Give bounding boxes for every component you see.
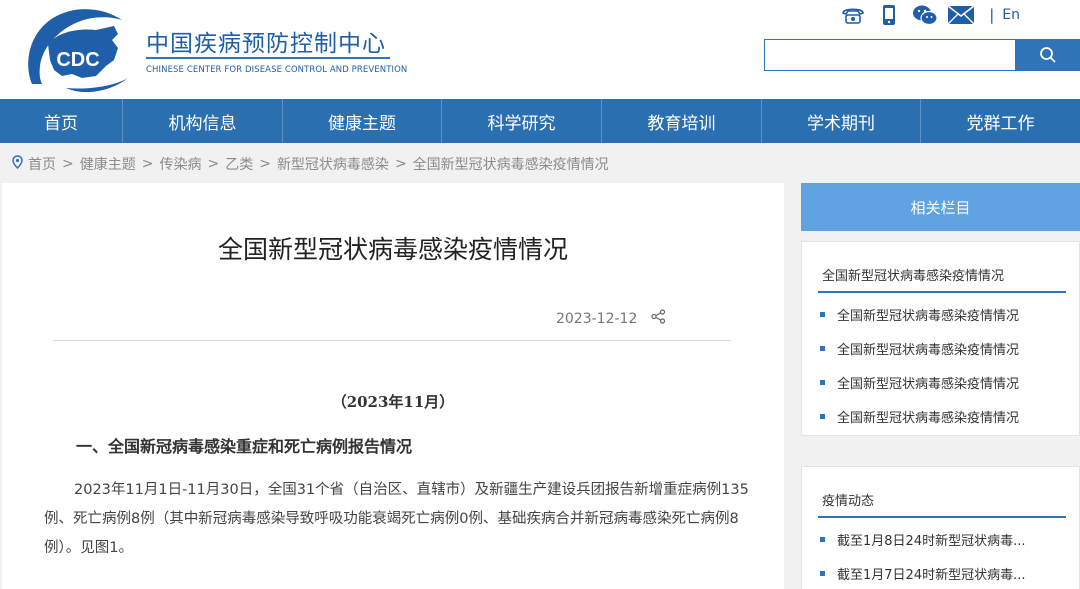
sidebar-link-label: 全国新型冠状病毒感染疫情情况 xyxy=(837,309,1020,324)
phone-icon[interactable] xyxy=(839,3,867,27)
breadcrumb-separator: > xyxy=(259,156,271,172)
breadcrumb-item[interactable]: 健康主题 xyxy=(80,154,136,174)
nav-item-health-topics[interactable]: 健康主题 xyxy=(283,99,442,143)
breadcrumb-item[interactable]: 乙类 xyxy=(225,154,253,174)
breadcrumb-item[interactable]: 传染病 xyxy=(159,154,201,174)
title-divider xyxy=(53,340,731,341)
news-link[interactable]: 截至1月8日24时新型冠状病毒... xyxy=(820,530,1025,549)
article-meta: 2023-12-12 xyxy=(556,309,666,328)
site-header: CDC 中国疾病预防控制中心 CHINESE CENTER FOR DISEAS… xyxy=(0,0,1080,99)
section-heading: 一、全国新冠病毒感染重症和死亡病例报告情况 xyxy=(76,437,413,456)
mail-icon[interactable] xyxy=(947,3,975,27)
cdc-logo[interactable]: CDC xyxy=(18,4,130,96)
nav-item-journals[interactable]: 学术期刊 xyxy=(762,99,921,143)
top-utility-bar: | En xyxy=(831,2,1020,28)
lang-separator: | xyxy=(989,6,995,24)
svg-text:CDC: CDC xyxy=(56,49,99,71)
sidebar-link-label: 全国新型冠状病毒感染疫情情况 xyxy=(837,411,1020,426)
sidebar-link-label: 全国新型冠状病毒感染疫情情况 xyxy=(837,343,1020,358)
main-nav: 首页 机构信息 健康主题 科学研究 教育培训 学术期刊 党群工作 xyxy=(0,99,1080,143)
news-link-label: 截至1月7日24时新型冠状病毒... xyxy=(837,568,1026,583)
sidebar-link[interactable]: 全国新型冠状病毒感染疫情情况 xyxy=(820,339,1019,358)
bullet-icon xyxy=(820,537,825,542)
org-name-cn: 中国疾病预防控制中心 xyxy=(146,31,386,57)
related-box-underline xyxy=(818,291,1066,293)
sidebar-link-label: 全国新型冠状病毒感染疫情情况 xyxy=(837,377,1020,392)
wechat-icon[interactable] xyxy=(911,3,939,27)
breadcrumb-separator: > xyxy=(141,156,154,172)
nav-item-home[interactable]: 首页 xyxy=(0,99,123,143)
breadcrumb-item[interactable]: 新型冠状病毒感染 xyxy=(277,154,389,174)
location-pin-icon xyxy=(12,155,23,173)
nav-item-party-work[interactable]: 党群工作 xyxy=(921,99,1080,143)
report-period: （2023年11月） xyxy=(331,393,455,411)
related-columns-box: 全国新型冠状病毒感染疫情情况 全国新型冠状病毒感染疫情情况 全国新型冠状病毒感染… xyxy=(801,241,1080,436)
publish-date: 2023-12-12 xyxy=(556,310,638,327)
bullet-icon xyxy=(820,414,825,419)
nav-item-research[interactable]: 科学研究 xyxy=(442,99,602,143)
search-input[interactable] xyxy=(764,39,1016,71)
sidebar-header: 相关栏目 xyxy=(801,183,1080,231)
mobile-icon[interactable] xyxy=(875,3,903,27)
breadcrumb-separator: > xyxy=(394,156,407,172)
sidebar-link[interactable]: 全国新型冠状病毒感染疫情情况 xyxy=(820,373,1019,392)
epidemic-news-box: 疫情动态 截至1月8日24时新型冠状病毒... 截至1月7日24时新型冠状病毒.… xyxy=(801,466,1080,589)
news-link-label: 截至1月8日24时新型冠状病毒... xyxy=(837,534,1026,549)
related-box-title[interactable]: 全国新型冠状病毒感染疫情情况 xyxy=(822,265,1004,284)
breadcrumb-separator: > xyxy=(207,156,220,172)
search-icon xyxy=(1039,47,1056,63)
news-link[interactable]: 截至1月7日24时新型冠状病毒... xyxy=(820,564,1025,583)
breadcrumb-current[interactable]: 全国新型冠状病毒感染疫情情况 xyxy=(413,154,609,174)
breadcrumb-item[interactable]: 首页 xyxy=(28,154,56,174)
bullet-icon xyxy=(820,346,825,351)
share-icon[interactable] xyxy=(651,309,666,328)
english-link[interactable]: En xyxy=(1002,7,1020,23)
org-name-en: CHINESE CENTER FOR DISEASE CONTROL AND P… xyxy=(146,65,408,75)
nav-item-education[interactable]: 教育培训 xyxy=(602,99,762,143)
sidebar-link[interactable]: 全国新型冠状病毒感染疫情情况 xyxy=(820,305,1019,324)
bullet-icon xyxy=(820,571,825,576)
news-box-title[interactable]: 疫情动态 xyxy=(822,490,874,509)
org-divider xyxy=(146,57,390,59)
breadcrumb-bar: 首页 > 健康主题 > 传染病 > 乙类 > 新型冠状病毒感染 > 全国新型冠状… xyxy=(0,143,1080,183)
nav-item-institution[interactable]: 机构信息 xyxy=(123,99,283,143)
bullet-icon xyxy=(820,312,825,317)
sidebar-link[interactable]: 全国新型冠状病毒感染疫情情况 xyxy=(820,407,1019,426)
breadcrumb: 首页 > 健康主题 > 传染病 > 乙类 > 新型冠状病毒感染 > 全国新型冠状… xyxy=(12,154,609,174)
search-button[interactable] xyxy=(1015,39,1080,71)
breadcrumb-separator: > xyxy=(62,156,74,172)
news-box-underline xyxy=(818,516,1066,518)
article-paragraph: 2023年11月1日-11月30日，全国31个省（自治区、直辖市）及新疆生产建设… xyxy=(44,482,749,556)
article-title: 全国新型冠状病毒感染疫情情况 xyxy=(217,235,568,264)
bullet-icon xyxy=(820,380,825,385)
